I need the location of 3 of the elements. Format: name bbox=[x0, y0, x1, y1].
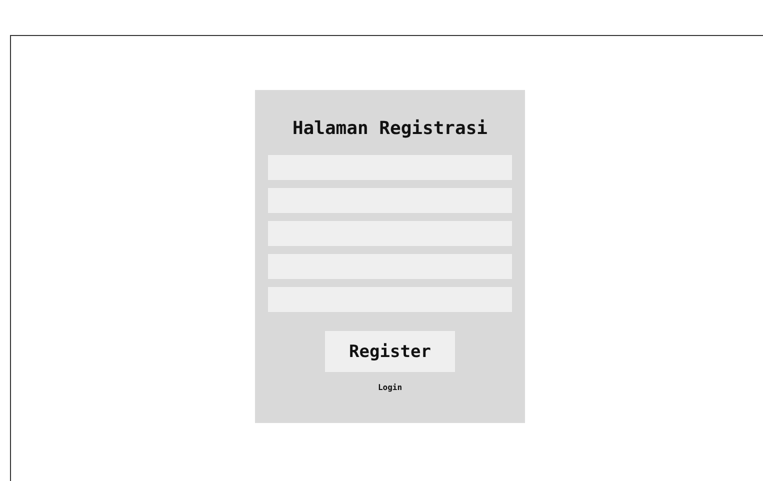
form-title: Halaman Registrasi bbox=[292, 118, 488, 139]
login-link[interactable]: Login bbox=[378, 383, 402, 392]
register-button[interactable]: Register bbox=[325, 331, 455, 372]
